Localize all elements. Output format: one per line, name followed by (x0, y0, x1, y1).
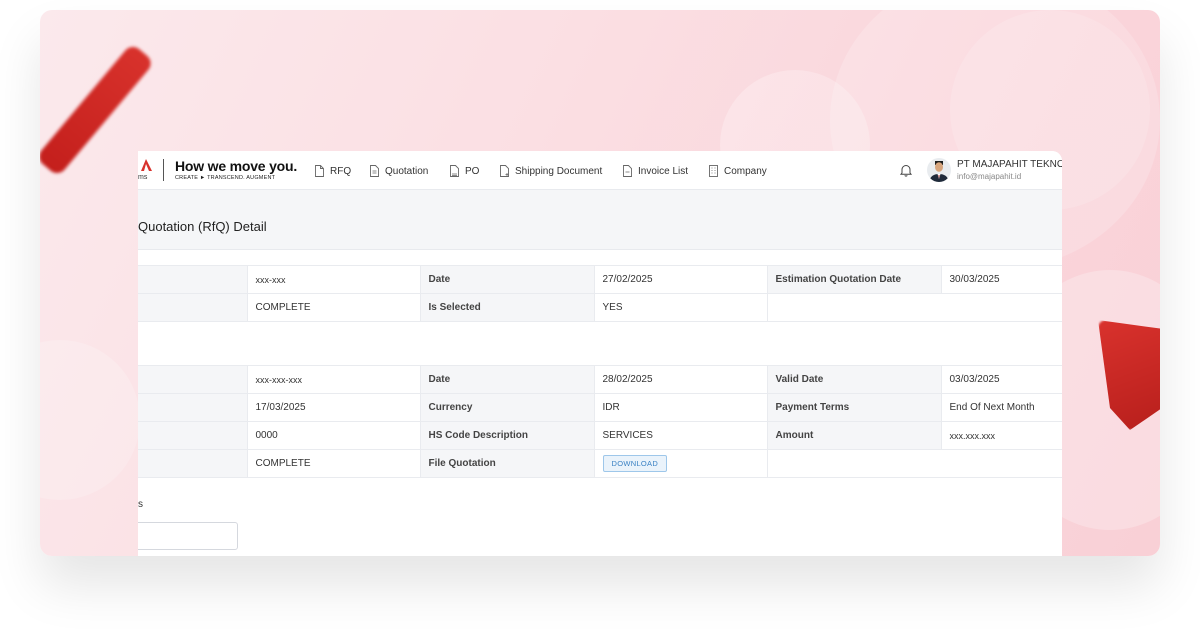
table-row: xxx-xxx-xxx Date 28/02/2025 Valid Date 0… (138, 365, 1062, 394)
field-value: 17/03/2025 (247, 393, 421, 422)
section-label: s (138, 499, 143, 510)
field-value: xxx-xxx-xxx (247, 365, 421, 394)
field-label: Estimation Quotation Date (767, 265, 942, 294)
user-company-name[interactable]: PT MAJAPAHIT TEKNO (957, 159, 1062, 170)
download-button[interactable]: DOWNLOAD (602, 455, 668, 472)
field-label: File Quotation (420, 449, 595, 478)
field-value: xxx-xxx (247, 265, 421, 294)
nav-item-shipping-document[interactable]: Shipping Document (499, 163, 602, 179)
field-label: Payment Terms (767, 393, 942, 422)
field-value: 03/03/2025 (941, 365, 1062, 394)
table-row: COMPLETE File Quotation DOWNLOAD (138, 449, 1062, 478)
field-label (138, 293, 248, 322)
field-label: Date (420, 265, 595, 294)
nav-label: Shipping Document (515, 165, 603, 177)
nav-item-invoice-list[interactable]: Invoice List (622, 163, 688, 179)
field-label: Amount (767, 421, 942, 450)
field-label: Valid Date (767, 365, 942, 394)
table-row: 0000 HS Code Description SERVICES Amount… (138, 421, 1062, 450)
field-value: COMPLETE (247, 293, 421, 322)
field-label (138, 265, 248, 294)
field-value: DOWNLOAD (594, 449, 768, 478)
nav-label: Quotation (385, 165, 429, 177)
field-value: IDR (594, 393, 768, 422)
field-value: COMPLETE (247, 449, 421, 478)
user-email: info@majapahit.id (957, 172, 1022, 181)
document-icon (623, 165, 632, 177)
field-label: Is Selected (420, 293, 595, 322)
document-add-icon (500, 165, 509, 177)
field-value: xxx.xxx.xxx (941, 421, 1062, 450)
field-label (138, 365, 248, 394)
field-label: Currency (420, 393, 595, 422)
document-icon (315, 165, 324, 177)
field-value: 27/02/2025 (594, 265, 768, 294)
table-row: xxx-xxx Date 27/02/2025 Estimation Quota… (138, 265, 1062, 294)
field-label (138, 393, 248, 422)
app-window: ms How we move you. CREATE ► TRANSCEND. … (138, 151, 1062, 556)
field-label (138, 421, 248, 450)
top-navbar: ms How we move you. CREATE ► TRANSCEND. … (138, 151, 1062, 190)
field-label: HS Code Description (420, 421, 595, 450)
field-value: 28/02/2025 (594, 365, 768, 394)
page-title: Quotation (RfQ) Detail (138, 219, 267, 234)
nav-label: Invoice List (638, 165, 689, 177)
field-value: End Of Next Month (941, 393, 1062, 422)
building-icon (709, 165, 718, 177)
decor-circle (40, 340, 140, 500)
logo-divider (163, 159, 164, 181)
table-row: 17/03/2025 Currency IDR Payment Terms En… (138, 393, 1062, 422)
stage: ms How we move you. CREATE ► TRANSCEND. … (0, 0, 1200, 632)
page-header (138, 190, 1062, 250)
avatar[interactable] (927, 158, 951, 182)
bell-icon[interactable] (899, 163, 913, 177)
brand-tagline: CREATE ► TRANSCEND. AUGMENT (175, 175, 276, 181)
nav-item-rfq[interactable]: RFQ (314, 163, 351, 179)
quotation-detail-table: xxx-xxx-xxx Date 28/02/2025 Valid Date 0… (138, 365, 1062, 478)
field-value: SERVICES (594, 421, 768, 450)
nav-label: RFQ (330, 165, 352, 177)
field-value: 0000 (247, 421, 421, 450)
field-value: YES (594, 293, 768, 322)
text-input[interactable] (138, 522, 238, 550)
logo-text: ms (138, 174, 148, 181)
document-icon (370, 165, 379, 177)
nav-label: PO (465, 165, 480, 177)
brand-slogan: How we move you. (175, 158, 298, 174)
field-label: Date (420, 365, 595, 394)
rfq-detail-table: xxx-xxx Date 27/02/2025 Estimation Quota… (138, 265, 1062, 322)
document-stack-icon (450, 165, 459, 177)
field-label (138, 449, 248, 478)
nav-item-quotation[interactable]: Quotation (369, 163, 428, 179)
nav-item-company[interactable]: Company (708, 163, 767, 179)
field-value: 30/03/2025 (941, 265, 1062, 294)
logo-icon (141, 159, 152, 171)
nav-item-po[interactable]: PO (449, 163, 479, 179)
user-photo-icon (927, 158, 951, 182)
table-row: COMPLETE Is Selected YES (138, 293, 1062, 322)
nav-label: Company (724, 165, 767, 177)
